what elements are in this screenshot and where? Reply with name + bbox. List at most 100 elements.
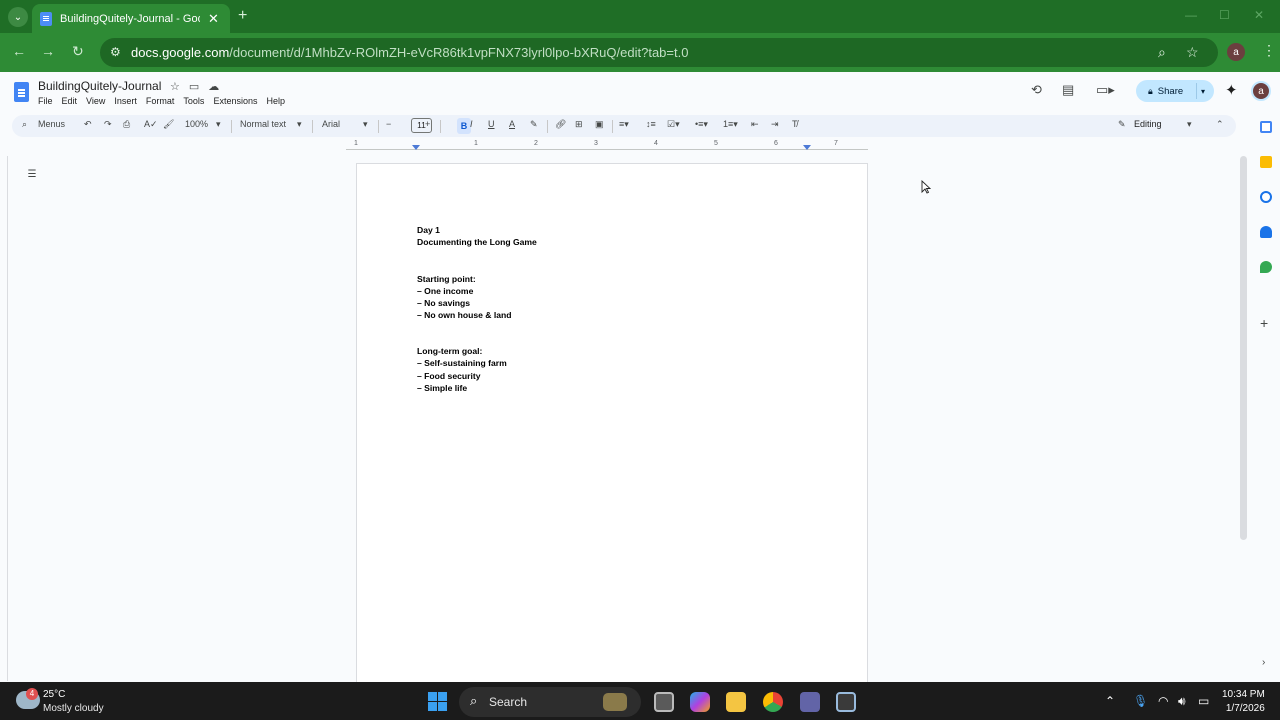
menu-tools[interactable]: Tools	[183, 96, 204, 106]
vertical-scrollbar[interactable]	[1240, 156, 1247, 540]
bookmark-star-icon[interactable]: ☆	[1186, 44, 1199, 61]
move-folder-icon[interactable]: ▭	[189, 81, 199, 93]
calendar-icon[interactable]	[1260, 121, 1272, 133]
menu-view[interactable]: View	[86, 96, 105, 106]
tab-search-button[interactable]: ⌄	[8, 7, 28, 27]
wifi-icon[interactable]: ◠	[1158, 694, 1168, 708]
new-tab-button[interactable]: +	[238, 7, 247, 25]
doc-line: – Self-sustaining farm	[417, 358, 507, 369]
battery-icon[interactable]: ▭	[1198, 694, 1209, 708]
increase-font-size-icon[interactable]: +	[425, 119, 430, 129]
site-info-icon[interactable]: ⚙	[110, 45, 121, 59]
menu-insert[interactable]: Insert	[114, 96, 137, 106]
url-text[interactable]: docs.google.com/document/d/1MhbZv-ROlmZH…	[131, 45, 688, 60]
mode-chevron-icon[interactable]: ▾	[1187, 119, 1192, 130]
spellcheck-icon[interactable]: A✓	[144, 119, 158, 130]
version-history-icon[interactable]: ⟲	[1031, 82, 1042, 98]
add-comment-icon[interactable]: ⊞	[575, 119, 583, 130]
add-addon-icon[interactable]: +	[1260, 315, 1268, 331]
bold-button[interactable]: B	[457, 118, 471, 134]
paint-format-icon[interactable]: 🖌︎	[163, 119, 174, 130]
underline-button[interactable]: U	[488, 119, 495, 129]
checklist-icon[interactable]: ☑▾	[667, 119, 680, 130]
browser-profile-avatar[interactable]: a	[1227, 43, 1245, 61]
cloud-status-icon[interactable]: ☁	[208, 81, 219, 93]
start-button-icon[interactable]	[428, 692, 447, 711]
menu-format[interactable]: Format	[146, 96, 175, 106]
chrome-icon[interactable]	[763, 692, 783, 712]
line-spacing-icon[interactable]: ↕≡	[646, 119, 656, 129]
print-icon[interactable]: ⎙	[123, 119, 130, 130]
docs-home-icon[interactable]	[14, 82, 29, 102]
close-window-button[interactable]: ✕	[1254, 8, 1264, 22]
document-page[interactable]: Day 1 Documenting the Long Game Starting…	[356, 163, 868, 683]
meet-video-icon[interactable]: ▭▸	[1096, 82, 1115, 98]
increase-indent-icon[interactable]: ⇥	[771, 119, 779, 130]
account-avatar[interactable]: a	[1251, 81, 1271, 101]
volume-icon[interactable]: 🔊︎	[1178, 694, 1186, 709]
menu-file[interactable]: File	[38, 96, 53, 106]
hide-side-panel-icon[interactable]: ›	[1262, 657, 1265, 668]
redo-icon[interactable]: ↷	[104, 119, 112, 130]
gemini-sparkle-icon[interactable]: ✦	[1225, 81, 1238, 99]
numbered-list-icon[interactable]: 1≡▾	[723, 119, 738, 130]
highlight-color-icon[interactable]: ✎	[530, 119, 538, 130]
maximize-button[interactable]: ☐	[1219, 8, 1230, 22]
document-outline-icon[interactable]: ☰	[24, 167, 40, 183]
tab-close-icon[interactable]: ✕	[208, 11, 219, 27]
clear-formatting-icon[interactable]: T̸	[792, 119, 798, 129]
left-indent-marker[interactable]	[412, 145, 420, 150]
document-body[interactable]: Day 1 Documenting the Long Game Starting…	[417, 224, 537, 394]
comments-icon[interactable]: ▤	[1062, 82, 1074, 98]
menu-edit[interactable]: Edit	[62, 96, 78, 106]
text-color-button[interactable]: A	[509, 119, 515, 129]
zoom-select[interactable]: 100%	[185, 119, 208, 129]
paragraph-style-select[interactable]: Normal text	[240, 119, 286, 129]
share-dropdown-icon[interactable]: ▾	[1201, 87, 1205, 96]
address-bar[interactable]: ⚙ docs.google.com/document/d/1MhbZv-ROlm…	[100, 38, 1218, 67]
search-menus-icon[interactable]: ⌕	[22, 119, 27, 130]
taskbar-search[interactable]: ⌕ Search	[459, 687, 641, 717]
right-indent-marker[interactable]	[803, 145, 811, 150]
horizontal-ruler[interactable]: 1 1 2 3 4 5 6 7	[346, 140, 868, 154]
browser-menu-icon[interactable]: ⋮	[1262, 42, 1276, 59]
search-menus-label[interactable]: Menus	[38, 119, 65, 129]
collapse-toolbar-icon[interactable]: ⌃	[1216, 119, 1224, 130]
decrease-indent-icon[interactable]: ⇤	[751, 119, 759, 130]
teams-icon[interactable]	[800, 692, 820, 712]
align-left-icon[interactable]: ≡▾	[619, 119, 629, 130]
system-clock[interactable]: 10:34 PM 1/7/2026	[1222, 688, 1265, 716]
italic-button[interactable]: I	[470, 119, 473, 129]
contacts-icon[interactable]	[1260, 226, 1272, 238]
undo-icon[interactable]: ↶	[84, 119, 92, 130]
microphone-icon[interactable]: 🎙︎	[1133, 694, 1148, 708]
tasks-icon[interactable]	[1260, 191, 1272, 203]
star-icon[interactable]: ☆	[170, 81, 180, 93]
share-button[interactable]: 🔒︎ Share ▾	[1136, 80, 1214, 102]
reload-icon[interactable]: ↻	[72, 43, 84, 60]
zoom-search-icon[interactable]: ⌕	[1158, 44, 1166, 61]
document-title[interactable]: BuildingQuitely-Journal	[38, 79, 161, 93]
minimize-button[interactable]: —	[1185, 8, 1197, 22]
browser-tab-active[interactable]: BuildingQuitely-Journal - Goog ✕	[32, 4, 230, 33]
task-view-icon[interactable]	[654, 692, 674, 712]
snipping-tool-icon[interactable]	[836, 692, 856, 712]
insert-link-icon[interactable]: 🔗︎	[555, 119, 566, 130]
file-explorer-icon[interactable]	[726, 692, 746, 712]
bulleted-list-icon[interactable]: •≡▾	[695, 119, 708, 130]
insert-image-icon[interactable]: ▣	[595, 119, 604, 130]
font-chevron-icon[interactable]: ▾	[363, 119, 368, 130]
back-arrow-icon[interactable]: ←	[12, 43, 26, 59]
font-family-select[interactable]: Arial	[322, 119, 340, 129]
menu-help[interactable]: Help	[266, 96, 285, 106]
copilot-icon[interactable]	[690, 692, 710, 712]
editing-mode-select[interactable]: Editing	[1134, 119, 1162, 129]
decrease-font-size-icon[interactable]: −	[386, 119, 391, 129]
show-hidden-icons-icon[interactable]: ⌃	[1105, 694, 1115, 708]
menu-extensions[interactable]: Extensions	[213, 96, 257, 106]
maps-icon[interactable]	[1260, 261, 1272, 273]
zoom-chevron-icon[interactable]: ▾	[216, 119, 221, 130]
style-chevron-icon[interactable]: ▾	[297, 119, 302, 130]
forward-arrow-icon[interactable]: →	[41, 43, 55, 59]
keep-icon[interactable]	[1260, 156, 1272, 168]
